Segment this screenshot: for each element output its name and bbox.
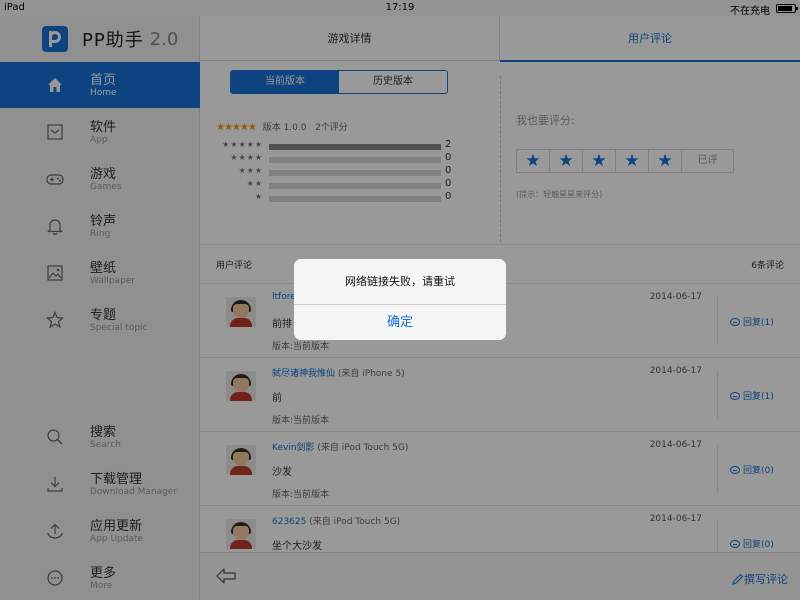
confirm-button[interactable]: 确定 [294,305,506,340]
alert-dialog: 网络链接失败，请重试 确定 [294,259,506,340]
alert-message: 网络链接失败，请重试 [294,259,506,305]
